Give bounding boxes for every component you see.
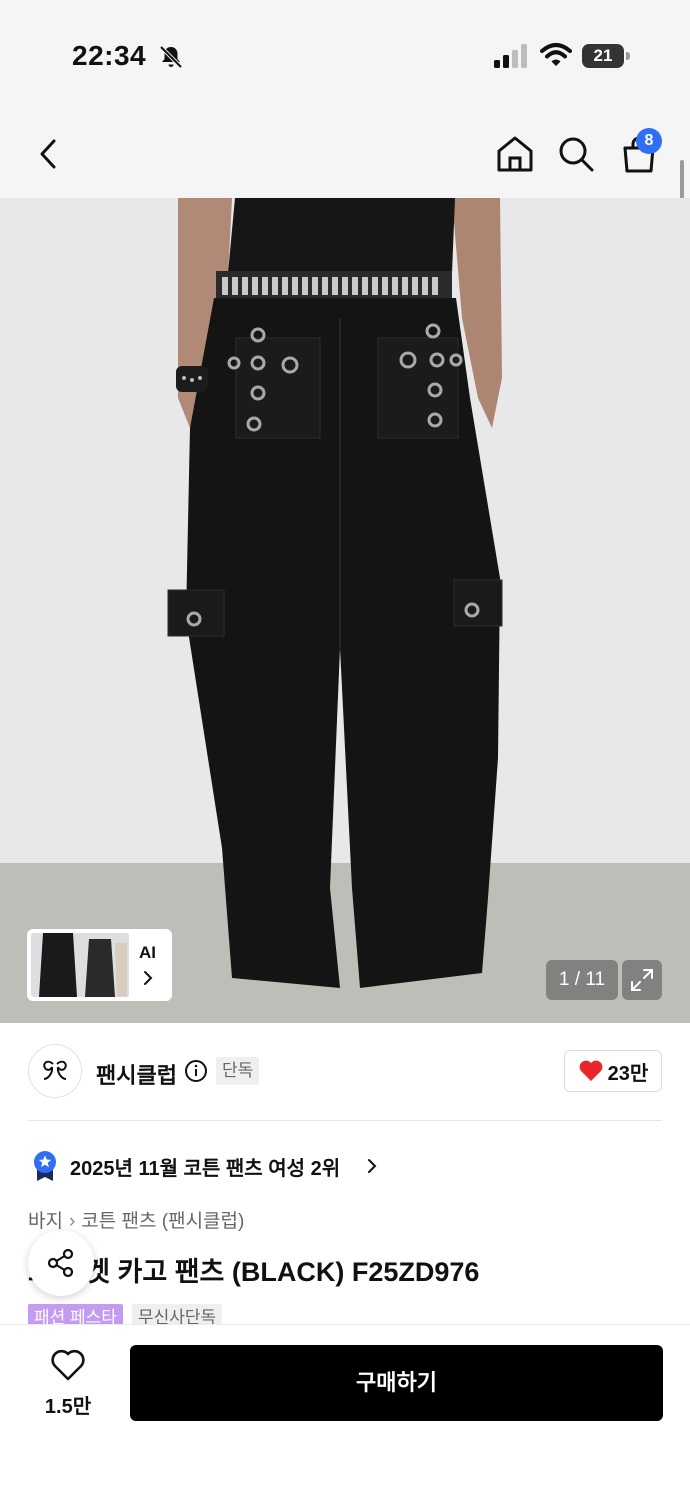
battery-icon: 21 [582, 44, 630, 68]
info-icon[interactable] [184, 1059, 208, 1083]
home-icon[interactable] [493, 110, 537, 198]
heart-filled-icon [579, 1060, 603, 1081]
chevron-right-icon[interactable] [366, 1157, 378, 1175]
exclusive-badge: 단독 [216, 1057, 260, 1085]
status-time: 22:34 [72, 40, 147, 71]
brand-logo[interactable] [28, 1044, 82, 1098]
wishlist-button[interactable]: 1.5만 [30, 1346, 106, 1422]
product-image[interactable] [0, 198, 690, 1023]
signal-icon [494, 44, 527, 68]
back-icon[interactable] [26, 110, 70, 198]
wifi-icon [540, 43, 572, 66]
nav-bar [0, 110, 690, 198]
cart-count-badge: 8 [636, 128, 662, 154]
ai-thumbnail [31, 933, 129, 997]
cart-icon[interactable] [617, 110, 661, 198]
brand-like-button[interactable]: 23만 [564, 1050, 662, 1092]
brand-name[interactable]: 팬시클럽 [96, 1058, 177, 1090]
image-counter: 1 / 11 [546, 960, 618, 1000]
expand-icon[interactable] [622, 960, 662, 1000]
ai-recommendation-card[interactable]: AI [27, 929, 172, 1001]
ranking-medal-icon [34, 1151, 56, 1181]
ranking-text[interactable]: 2025년 11월 코튼 팬츠 여성 2위 [70, 1152, 340, 1181]
brand-like-count: 23만 [607, 1062, 649, 1085]
chevron-right-icon [144, 971, 153, 985]
status-bar: 22:34 21 [0, 0, 690, 110]
search-icon[interactable] [554, 110, 598, 198]
chevron-right-icon: › [68, 1211, 76, 1232]
breadcrumb: 바지 › 코튼 팬츠 (팬시클럽) [28, 1206, 244, 1233]
breadcrumb-level2[interactable]: 코튼 팬츠 (팬시클럽) [81, 1211, 244, 1232]
divider [28, 1120, 662, 1121]
ai-label: AI [139, 943, 156, 962]
heart-outline-icon [51, 1349, 85, 1381]
share-button[interactable] [28, 1230, 94, 1296]
product-title: 스 포켓 카고 팬츠 (BLACK) F25ZD976 [28, 1250, 479, 1289]
buy-button[interactable]: 구매하기 [130, 1345, 663, 1421]
share-icon [47, 1248, 74, 1278]
product-title-text: 포켓 카고 팬츠 (BLACK) F25ZD976 [60, 1257, 480, 1287]
breadcrumb-level1[interactable]: 바지 [28, 1211, 63, 1232]
wishlist-count: 1.5만 [44, 1396, 92, 1418]
battery-level: 21 [582, 44, 624, 68]
bell-slash-icon [159, 45, 183, 69]
